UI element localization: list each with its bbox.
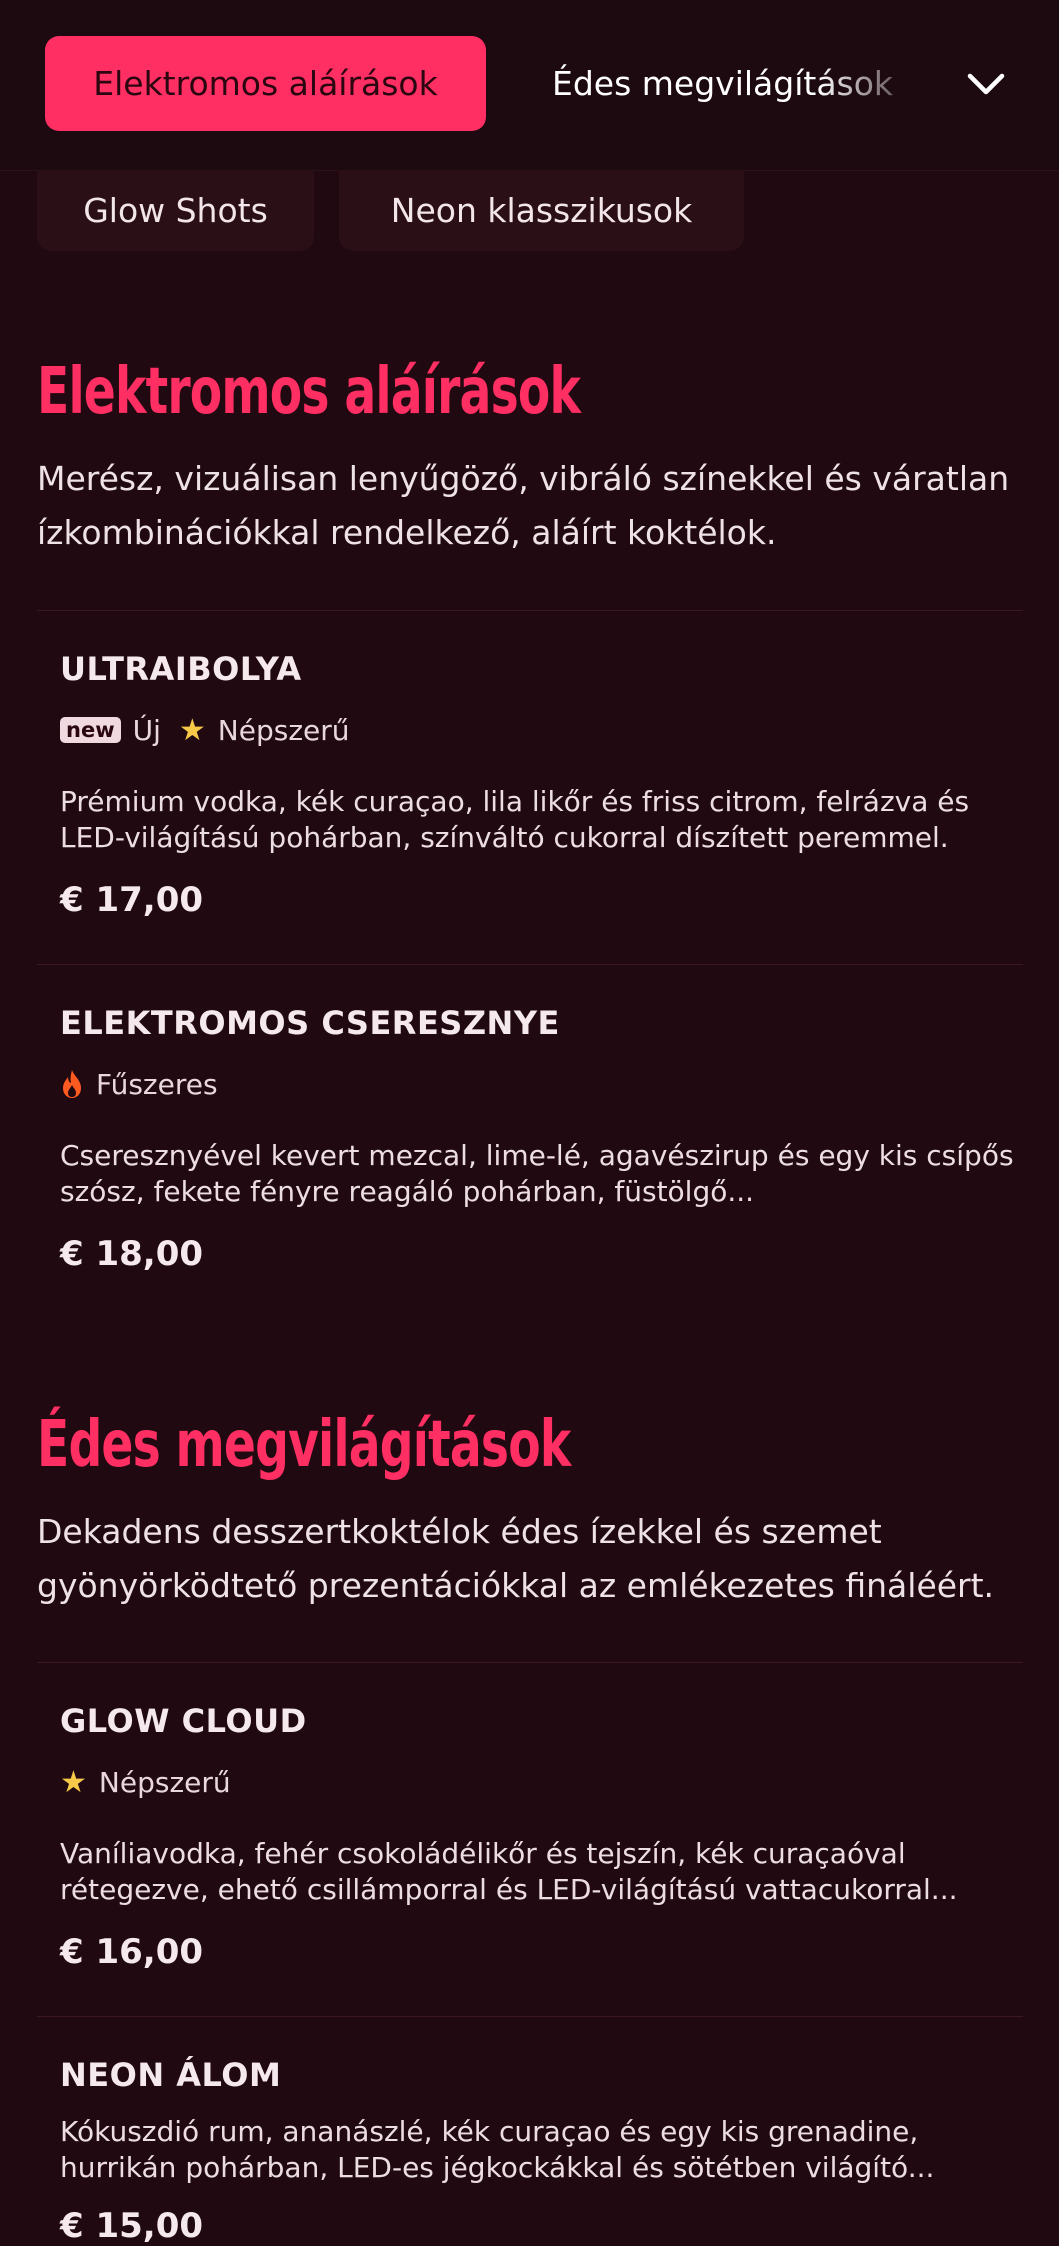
menu-item-description: Prémium vodka, kék curaçao, lila likőr é… — [60, 785, 970, 854]
menu-item-price: € 17,00 — [60, 880, 204, 920]
tag-popular: Népszerű — [98, 1765, 231, 1799]
menu-item-name[interactable]: ULTRAIBOLYA — [60, 650, 302, 688]
menu-item-description: Cseresznyével kevert mezcal, lime-lé, ag… — [60, 1139, 1014, 1208]
divider — [37, 610, 1023, 611]
menu-item-tags: ★ Népszerű — [60, 1764, 249, 1800]
tab-glow-shots[interactable]: Glow Shots — [37, 170, 314, 251]
menu-item-price: € 16,00 — [60, 1932, 204, 1972]
section-title: Édes megvilágítások — [37, 1408, 571, 1482]
flame-icon — [63, 1070, 81, 1098]
menu-item-name[interactable]: ELEKTROMOS CSERESZNYE — [60, 1004, 560, 1042]
new-badge: new — [60, 717, 121, 743]
menu-item-name[interactable]: GLOW CLOUD — [60, 1702, 307, 1740]
tab-elektromos-alairasok[interactable]: Elektromos aláírások — [45, 36, 486, 131]
menu-item-tags: Fűszeres — [60, 1066, 236, 1102]
tab-neon-klasszikusok[interactable]: Neon klasszikusok — [339, 170, 744, 251]
star-icon: ★ — [60, 1764, 87, 1800]
menu-item-name[interactable]: NEON ÁLOM — [60, 2056, 281, 2094]
tag-popular: Népszerű — [217, 713, 350, 747]
star-icon: ★ — [178, 712, 206, 748]
divider — [37, 964, 1023, 965]
section-description: Merész, vizuálisan lenyűgöző, vibráló sz… — [37, 459, 1010, 552]
chevron-down-icon[interactable] — [962, 60, 1010, 108]
menu-item-tags: new Új ★ Népszerű — [60, 712, 368, 748]
divider — [37, 1662, 1023, 1663]
section-description: Dekadens desszertkoktélok édes ízekkel é… — [37, 1512, 995, 1605]
menu-item-description: Vaníliavodka, fehér csokoládélikőr és te… — [60, 1837, 958, 1906]
menu-item-price: € 15,00 — [60, 2206, 204, 2246]
section-title: Elektromos aláírások — [37, 355, 581, 429]
menu-item-description: Kókuszdió rum, ananászlé, kék curaçao és… — [60, 2115, 935, 2184]
divider — [37, 2016, 1023, 2017]
tag-new: Új — [132, 713, 161, 747]
tag-spicy: Fűszeres — [96, 1067, 218, 1101]
tab-edes-megvilagitasok[interactable]: Édes megvilágítások — [552, 36, 932, 131]
category-nav: Elektromos aláírások Édes megvilágítások — [0, 0, 1059, 171]
menu-item-price: € 18,00 — [60, 1234, 204, 1274]
